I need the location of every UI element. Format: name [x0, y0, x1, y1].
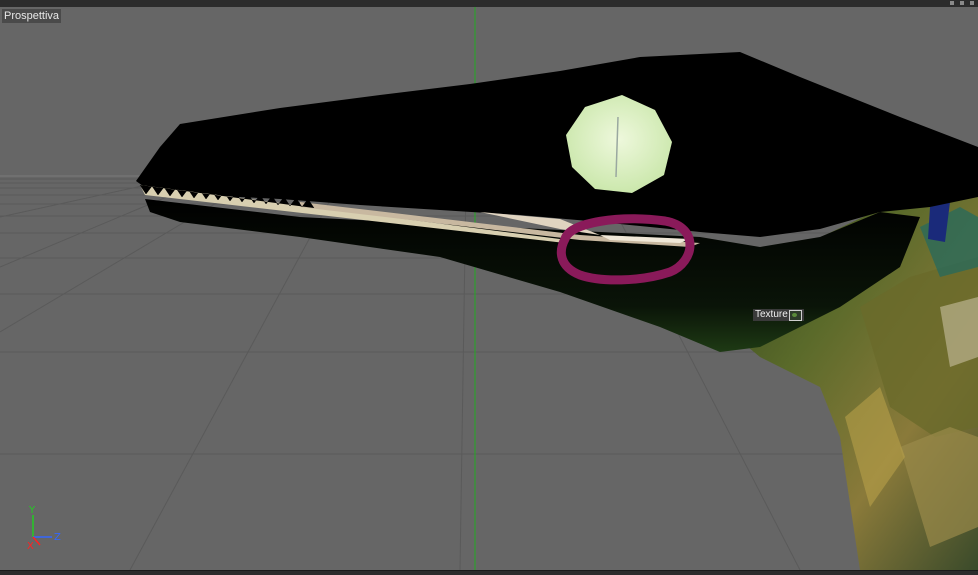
app-window: Y Z X Prospettiva Texture — [0, 0, 978, 575]
perspective-viewport[interactable]: Y Z X Prospettiva Texture — [0, 7, 978, 570]
axis-gizmo: Y Z X — [27, 505, 61, 552]
viewport-canvas[interactable]: Y Z X — [0, 7, 978, 570]
texture-tag-label: Texture — [755, 309, 788, 320]
viewport-label[interactable]: Prospettiva — [2, 9, 62, 23]
axis-z-label: Z — [54, 532, 61, 543]
close-icon[interactable] — [970, 1, 974, 5]
head-mesh — [136, 52, 978, 237]
texture-tag[interactable]: Texture — [753, 309, 804, 321]
window-controls[interactable] — [950, 0, 974, 6]
texture-tag-icon[interactable] — [788, 309, 802, 321]
axis-y-label: Y — [28, 505, 36, 516]
axis-x-label: X — [27, 541, 34, 552]
maximize-icon[interactable] — [960, 1, 964, 5]
status-bar — [0, 570, 978, 575]
minimize-icon[interactable] — [950, 1, 954, 5]
